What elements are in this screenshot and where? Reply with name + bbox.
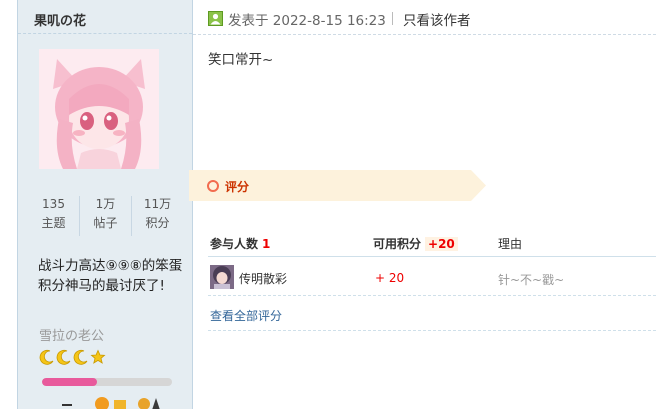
stat-label: 积分 [145, 216, 170, 230]
stat-posts[interactable]: 1万 帖子 [80, 196, 132, 236]
rating-score: + 20 [375, 271, 405, 285]
rater-avatar[interactable] [210, 265, 234, 289]
rating-reason: 针~不~戳~ [498, 273, 565, 287]
rating-table-header: 参与人数 1 可用积分 +20 理由 [208, 230, 656, 257]
avatar-image [39, 49, 159, 169]
stat-value: 135 [42, 197, 65, 211]
avatar[interactable] [39, 49, 159, 169]
user-panel: 果叽の花 135 主题 1万 帖子 11万 积分 战斗力高达⑨⑨⑧的笨蛋积分神马… [17, 0, 193, 409]
rating-title: 评分 [225, 180, 250, 194]
divider [208, 330, 656, 331]
stat-threads[interactable]: 135 主题 [28, 196, 80, 236]
moon-icon [73, 350, 88, 365]
custom-title: 雪拉の老公 [39, 329, 105, 344]
stat-label: 主题 [41, 216, 66, 230]
post-time: 发表于 2022-8-15 16:23 [228, 13, 386, 29]
rater-avatar-image [210, 265, 234, 289]
user-signature: 战斗力高达⑨⑨⑧的笨蛋积分神马的最讨厌了! [38, 258, 183, 294]
col-participants: 参与人数 1 [210, 235, 270, 252]
divider [392, 12, 393, 25]
col-credits-label: 可用积分 [373, 237, 422, 251]
view-all-ratings-link[interactable]: 查看全部评分 [210, 307, 282, 324]
online-status-icon [208, 11, 223, 26]
stat-value: 1万 [95, 197, 116, 211]
stat-label: 帖子 [93, 216, 118, 230]
medal-icons [62, 397, 160, 409]
only-author-link[interactable]: 只看该作者 [403, 9, 471, 29]
post-header: 发表于 2022-8-15 16:23 只看该作者 [193, 0, 656, 35]
divider [18, 33, 192, 34]
level-icons [39, 349, 106, 365]
col-participants-label: 参与人数 [210, 237, 259, 251]
rater-name-link[interactable]: 传明散彩 [239, 270, 287, 287]
col-reason: 理由 [498, 237, 523, 251]
moon-icon [56, 350, 71, 365]
rating-circle-icon [207, 180, 219, 192]
username-link[interactable]: 果叽の花 [34, 10, 86, 29]
left-margin [0, 0, 17, 409]
post-content: 笑口常开~ [208, 52, 274, 68]
col-credits: 可用积分 +20 [373, 235, 458, 252]
stat-value: 11万 [143, 197, 172, 211]
level-progress-bar [42, 378, 172, 386]
user-stats: 135 主题 1万 帖子 11万 积分 [28, 196, 183, 236]
stat-credits[interactable]: 11万 积分 [132, 196, 183, 236]
rating-row: 传明散彩 + 20 针~不~戳~ [208, 259, 656, 296]
moon-icon [39, 350, 54, 365]
level-progress-fill [42, 378, 97, 386]
participants-count: 1 [262, 237, 271, 251]
star-icon [90, 349, 106, 364]
credits-total-badge: +20 [425, 237, 458, 251]
